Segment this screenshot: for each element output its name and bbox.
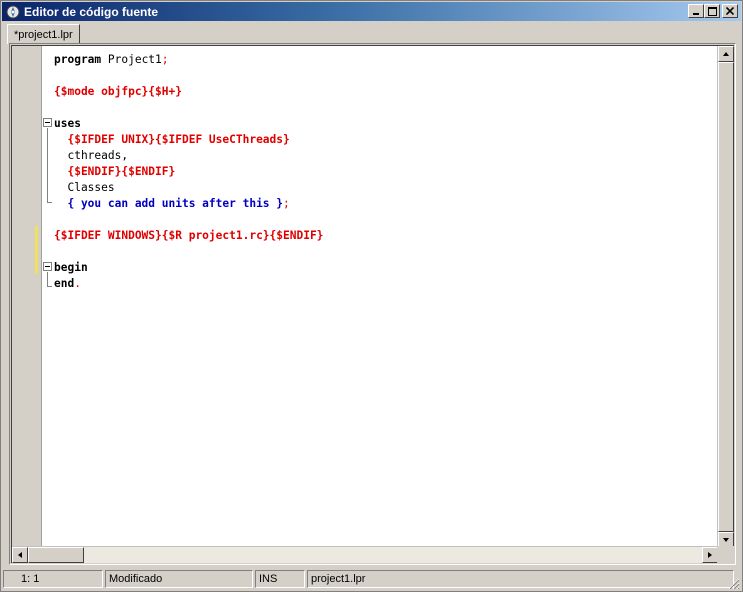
arrow-right-icon[interactable] <box>702 547 718 563</box>
code-token: {$mode objfpc}{$H+} <box>54 85 182 98</box>
code-line[interactable] <box>54 100 323 116</box>
vertical-scroll-thumb[interactable] <box>718 62 734 532</box>
file-name-text: project1.lpr <box>311 573 366 585</box>
code-token: {$ENDIF}{$ENDIF} <box>54 165 176 178</box>
fold-toggle-uses[interactable] <box>43 118 52 127</box>
code-text[interactable]: program Project1; {$mode objfpc}{$H+} us… <box>54 52 323 292</box>
file-name-status: project1.lpr <box>307 570 734 588</box>
vertical-scrollbar[interactable] <box>717 46 734 548</box>
modified-line-marker <box>35 226 38 258</box>
code-token: begin <box>54 261 88 274</box>
code-token: program <box>54 53 102 66</box>
fold-guide-end <box>47 286 52 287</box>
code-token: Classes <box>54 181 115 194</box>
window-controls <box>688 4 738 18</box>
arrow-left-icon[interactable] <box>12 547 28 563</box>
status-bar: 1: 1 Modificado INS project1.lpr <box>3 570 740 590</box>
code-token: ; <box>283 197 290 210</box>
fold-toggle-begin[interactable] <box>43 262 52 271</box>
tab-project1-lpr[interactable]: *project1.lpr <box>7 24 80 44</box>
code-line[interactable] <box>54 68 323 84</box>
source-editor-window: Editor de código fuente *project1.lpr pr… <box>0 0 743 592</box>
cursor-position-text: 1: 1 <box>21 573 40 585</box>
code-line[interactable]: {$ENDIF}{$ENDIF} <box>54 164 323 180</box>
code-line[interactable]: { you can add units after this }; <box>54 196 323 212</box>
scrollbar-corner <box>717 546 734 563</box>
modified-status-text: Modificado <box>109 573 163 585</box>
tab-strip: *project1.lpr <box>3 22 740 44</box>
resize-grip-icon[interactable] <box>726 576 740 590</box>
close-button[interactable] <box>722 4 738 18</box>
horizontal-scroll-thumb[interactable] <box>28 547 84 563</box>
code-line[interactable]: {$mode objfpc}{$H+} <box>54 84 323 100</box>
code-token: ; <box>161 53 169 66</box>
fold-guide-end <box>47 202 52 203</box>
code-token: cthreads <box>54 149 122 162</box>
lazarus-icon <box>6 5 20 19</box>
line-gutter[interactable] <box>12 46 42 548</box>
horizontal-scrollbar[interactable] <box>12 546 718 563</box>
code-editor[interactable]: program Project1; {$mode objfpc}{$H+} us… <box>11 45 734 563</box>
code-line[interactable]: {$IFDEF WINDOWS}{$R project1.rc}{$ENDIF} <box>54 228 323 244</box>
code-line[interactable]: program Project1; <box>54 52 323 68</box>
code-token: { you can add units after this } <box>54 197 284 210</box>
tab-label: *project1.lpr <box>14 28 73 41</box>
window-title: Editor de código fuente <box>24 4 158 19</box>
code-line[interactable]: end. <box>54 276 323 292</box>
modified-line-marker <box>35 258 38 274</box>
cursor-position: 1: 1 <box>3 570 103 588</box>
insert-mode-text: INS <box>259 573 278 585</box>
minimize-button[interactable] <box>688 4 704 18</box>
code-token: , <box>121 149 129 162</box>
code-token: . <box>74 277 81 290</box>
insert-mode-status: INS <box>255 570 305 588</box>
fold-guide-line <box>47 128 48 202</box>
code-line[interactable] <box>54 244 323 260</box>
code-token: Project1 <box>101 53 162 66</box>
code-token: end <box>54 277 75 290</box>
code-token: {$IFDEF UNIX}{$IFDEF UseCThreads} <box>54 133 290 146</box>
code-line[interactable]: begin <box>54 260 323 276</box>
fold-guide-line <box>47 272 48 286</box>
code-token: uses <box>54 117 81 130</box>
code-line[interactable] <box>54 212 323 228</box>
code-line[interactable]: Classes <box>54 180 323 196</box>
modified-status: Modificado <box>105 570 253 588</box>
editor-frame: program Project1; {$mode objfpc}{$H+} us… <box>9 43 736 565</box>
arrow-up-icon[interactable] <box>718 46 734 62</box>
code-line[interactable]: {$IFDEF UNIX}{$IFDEF UseCThreads} <box>54 132 323 148</box>
title-bar[interactable]: Editor de código fuente <box>2 2 741 21</box>
code-line[interactable]: uses <box>54 116 323 132</box>
code-token: {$IFDEF WINDOWS}{$R project1.rc}{$ENDIF} <box>54 229 324 242</box>
maximize-button[interactable] <box>704 4 720 18</box>
code-line[interactable]: cthreads, <box>54 148 323 164</box>
